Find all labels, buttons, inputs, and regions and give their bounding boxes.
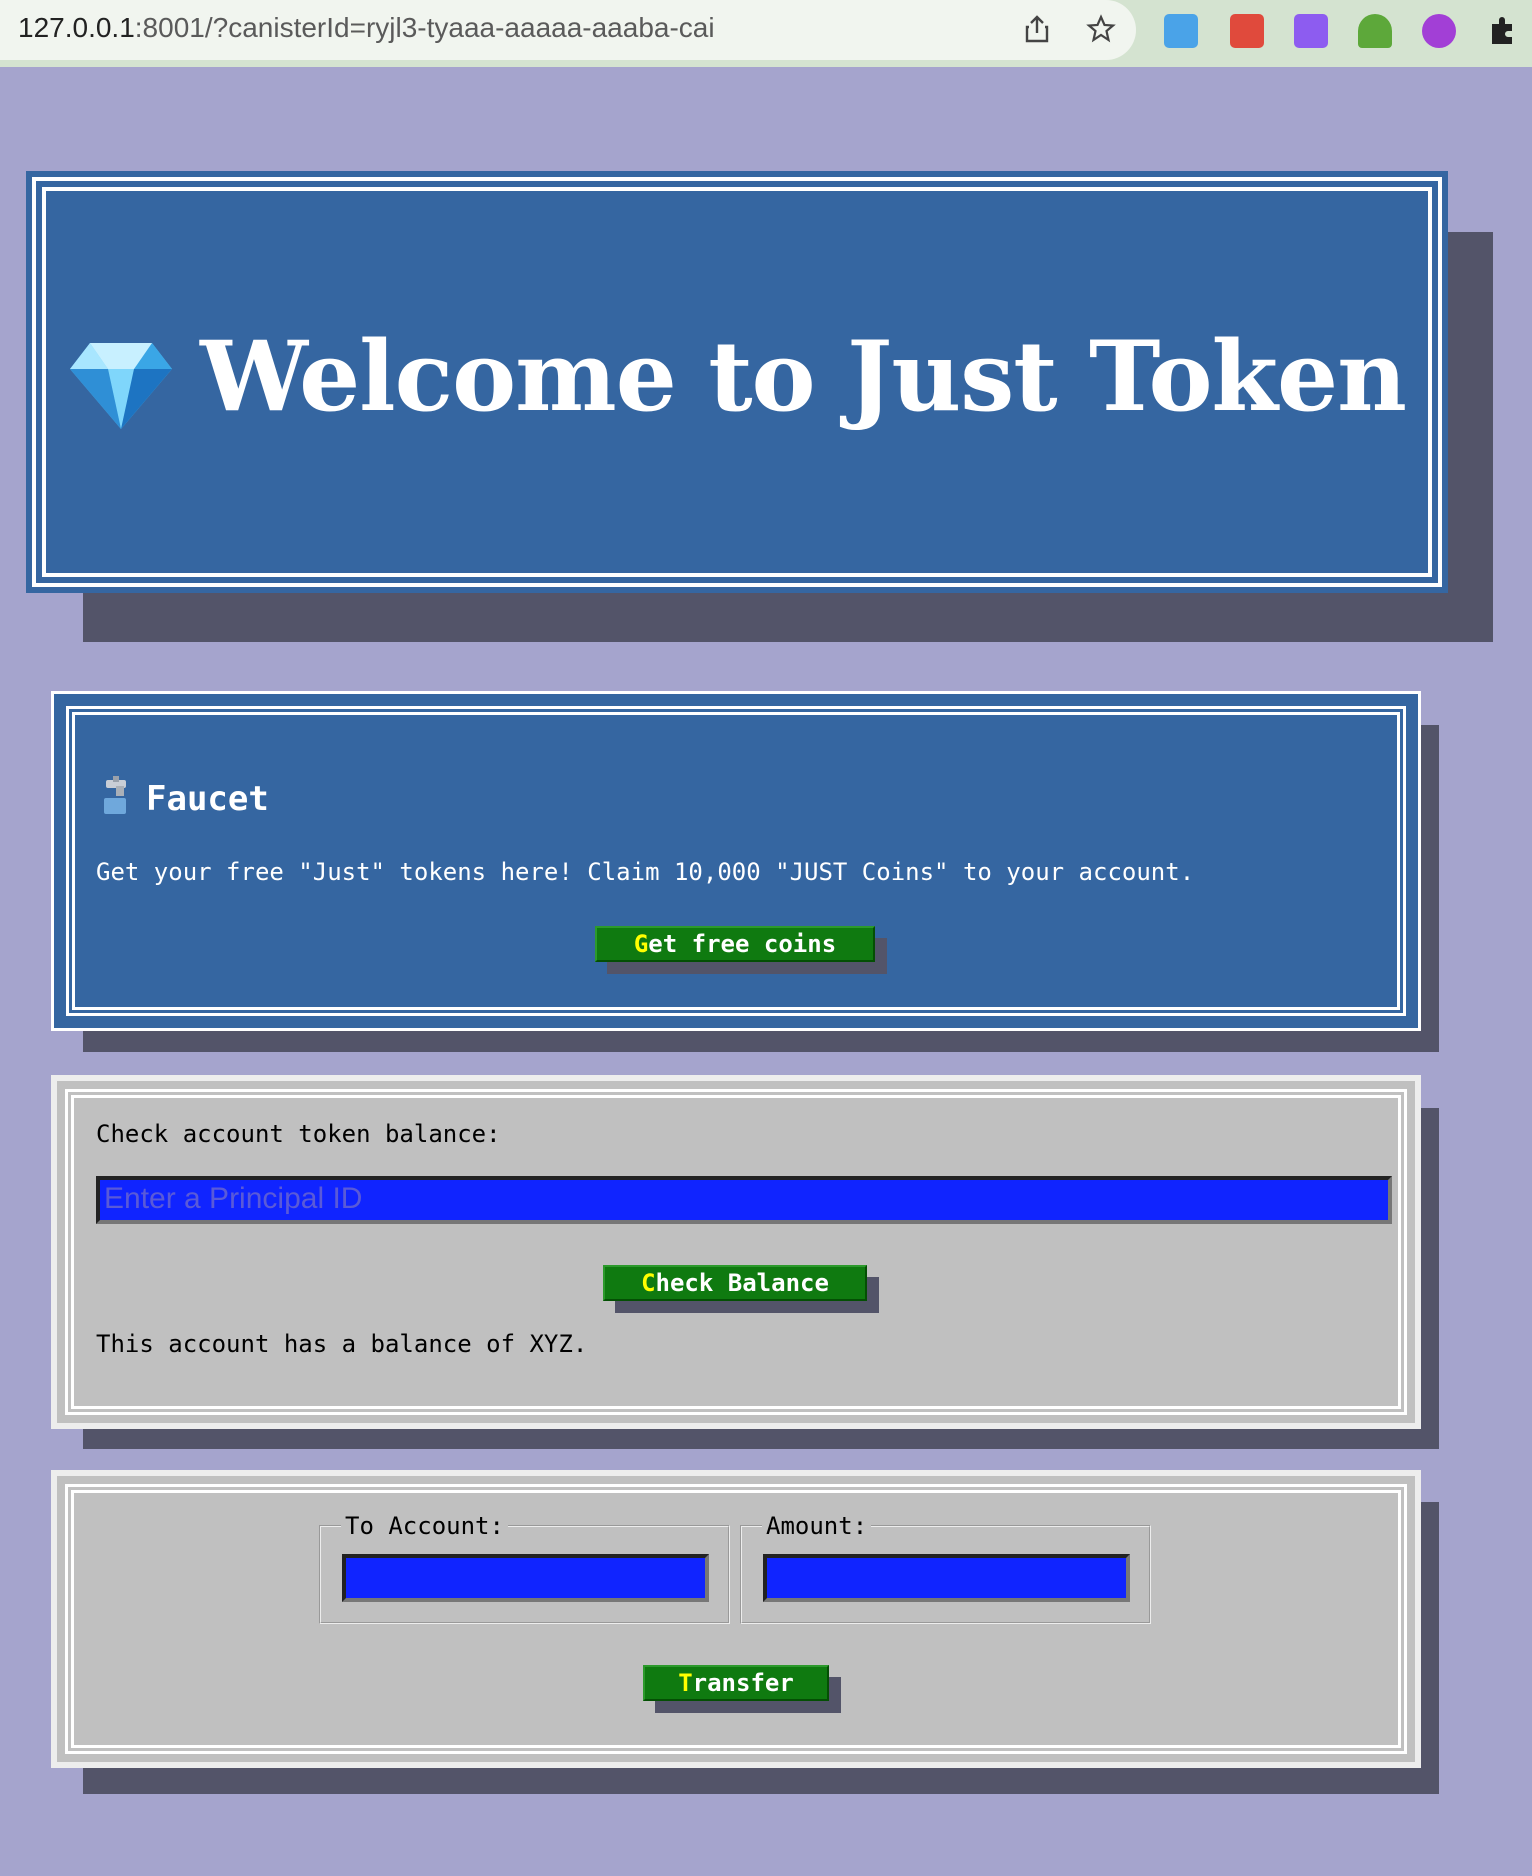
- amount-input[interactable]: [763, 1554, 1130, 1602]
- extension-react-icon[interactable]: [1230, 14, 1264, 48]
- balance-label: Check account token balance:: [96, 1120, 501, 1148]
- faucet-heading: Faucet: [100, 776, 269, 819]
- to-account-input[interactable]: [342, 1554, 709, 1602]
- to-account-label: To Account:: [345, 1512, 504, 1540]
- transfer-button[interactable]: Transfer: [643, 1665, 829, 1701]
- url-text[interactable]: 127.0.0.1:8001/?canisterId=ryjl3-tyaaa-a…: [18, 12, 715, 44]
- bookmark-star-icon[interactable]: [1086, 14, 1116, 44]
- share-icon[interactable]: [1022, 14, 1052, 44]
- extension-html-tree-icon[interactable]: [1358, 14, 1392, 48]
- amount-label: Amount:: [766, 1512, 868, 1540]
- page-title: Welcome to Just Token: [26, 320, 1448, 433]
- get-free-coins-button[interactable]: Get free coins: [595, 926, 875, 962]
- extension-code-icon[interactable]: [1294, 14, 1328, 48]
- balance-result: This account has a balance of XYZ.: [96, 1330, 588, 1358]
- principal-id-input[interactable]: Enter a Principal ID: [96, 1176, 1392, 1224]
- gem-icon: [70, 343, 173, 430]
- browser-toolbar: 127.0.0.1:8001/?canisterId=ryjl3-tyaaa-a…: [0, 0, 1532, 67]
- transfer-panel: [51, 1470, 1421, 1768]
- extension-fist-icon[interactable]: [1164, 14, 1198, 48]
- extensions-puzzle-icon[interactable]: [1486, 14, 1520, 48]
- address-bar[interactable]: 127.0.0.1:8001/?canisterId=ryjl3-tyaaa-a…: [0, 0, 1136, 60]
- faucet-description: Get your free "Just" tokens here! Claim …: [96, 858, 1195, 886]
- extension-devtools-icon[interactable]: [1422, 14, 1456, 48]
- check-balance-button[interactable]: Check Balance: [603, 1265, 867, 1301]
- faucet-tap-icon: [104, 776, 126, 814]
